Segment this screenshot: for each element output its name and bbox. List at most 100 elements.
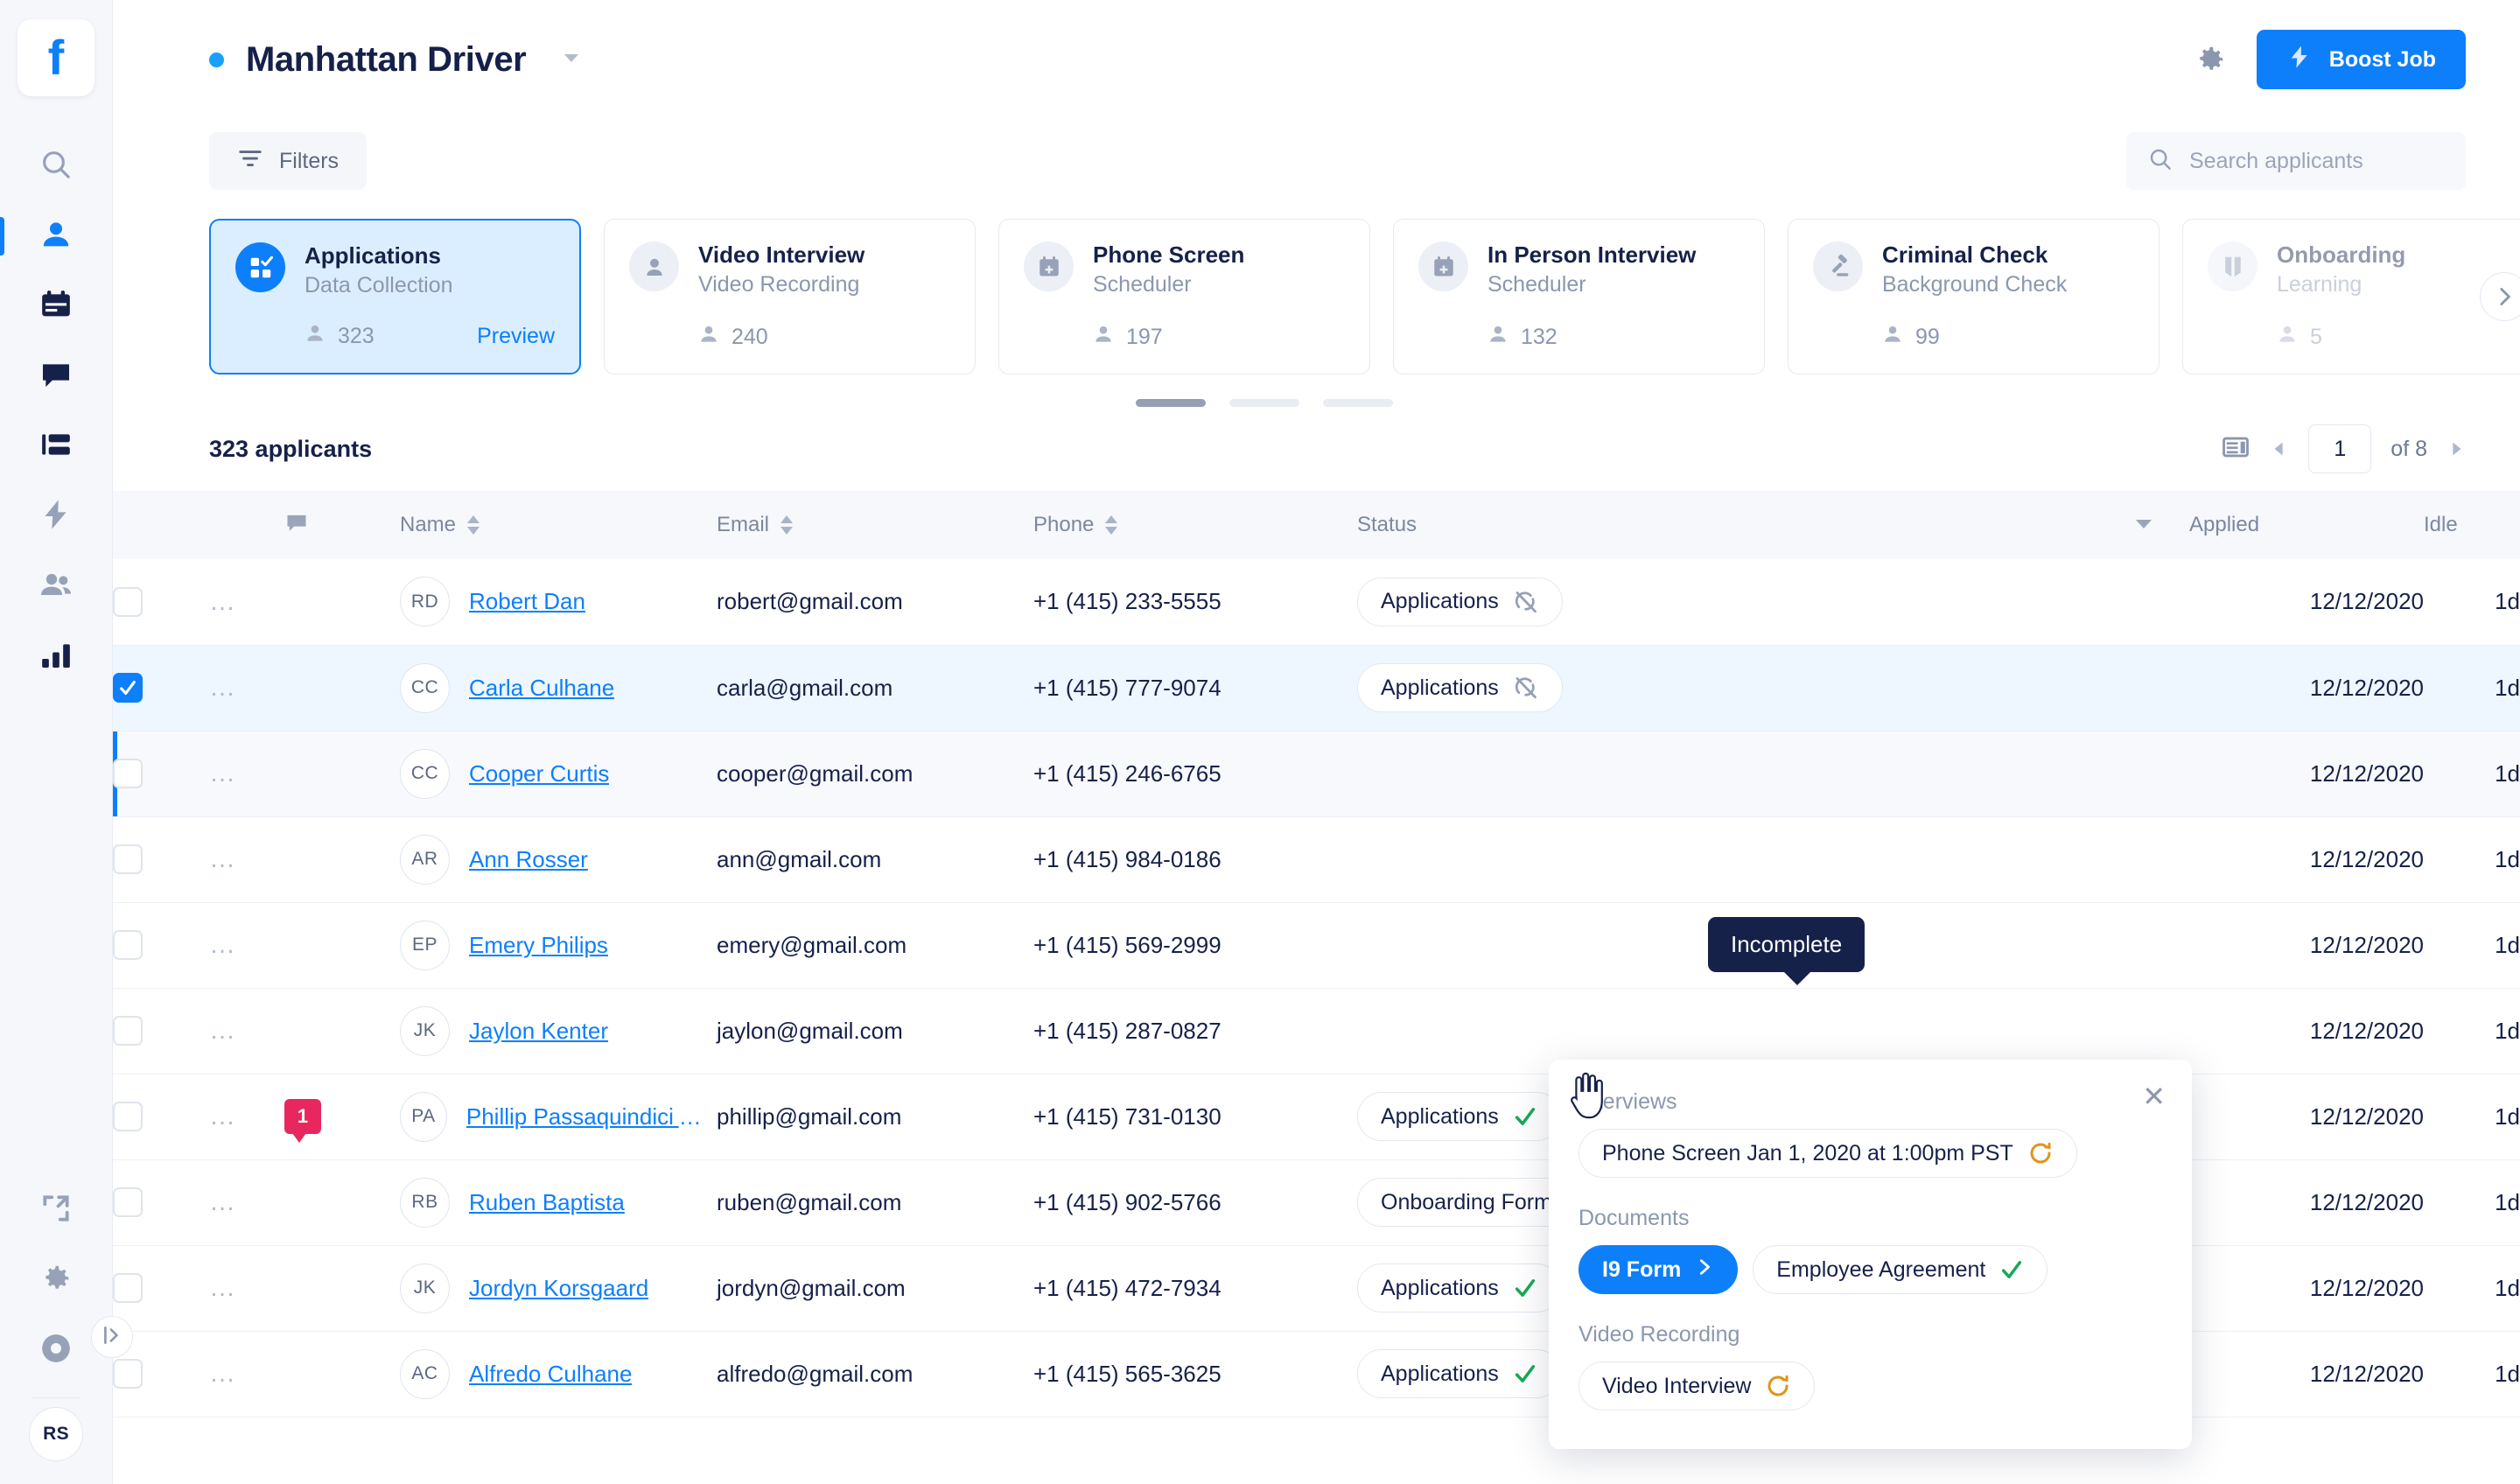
sidebar-item-messages[interactable] (0, 341, 112, 411)
table-row[interactable]: …RDRobert Danrobert@gmail.com+1 (415) 23… (113, 559, 2520, 645)
settings-button[interactable] (0, 1245, 112, 1315)
sidebar-item-team[interactable] (0, 551, 112, 621)
stage-carousel-next-button[interactable] (2480, 272, 2520, 321)
row-checkbox[interactable] (113, 587, 143, 617)
row-more-menu-button[interactable]: … (209, 1189, 284, 1215)
status-badge[interactable]: Applications (1357, 1264, 1561, 1312)
stage-subtitle: Learning (2277, 272, 2405, 298)
row-more-menu-button[interactable]: … (209, 589, 284, 615)
row-checkbox[interactable] (113, 673, 143, 703)
status-badge[interactable]: Applications (1357, 663, 1563, 712)
applicant-name-link[interactable]: Phillip Passaquindici Arc... (466, 1103, 717, 1130)
i9-form-pill[interactable]: I9 Form (1578, 1245, 1738, 1294)
gear-icon[interactable] (2194, 43, 2227, 76)
app-logo[interactable]: f (18, 19, 94, 96)
table-row[interactable]: …CCCooper Curtiscooper@gmail.com+1 (415)… (113, 731, 2520, 816)
applicant-name-link[interactable]: Ann Rosser (469, 846, 588, 873)
expand-button[interactable] (0, 1175, 112, 1245)
table-view-icon[interactable] (2221, 432, 2250, 466)
carousel-dot[interactable] (1136, 399, 1206, 407)
table-row[interactable]: …CCCarla Culhanecarla@gmail.com+1 (415) … (113, 645, 2520, 731)
chevron-down-icon[interactable] (2133, 513, 2154, 537)
interview-pill[interactable]: Phone Screen Jan 1, 2020 at 1:00pm PST (1578, 1129, 2077, 1178)
carousel-dot[interactable] (1229, 399, 1299, 407)
stage-card-phone-screen[interactable]: Phone ScreenScheduler197 (998, 219, 1370, 374)
applicant-name-link[interactable]: Alfredo Culhane (469, 1361, 632, 1388)
avatar: PA (400, 1092, 447, 1142)
row-more-menu-button[interactable]: … (209, 1275, 284, 1301)
applicant-name-link[interactable]: Cooper Curtis (469, 760, 609, 788)
sidebar-item-workflow[interactable] (0, 411, 112, 481)
collapse-sidebar-button[interactable] (91, 1316, 133, 1358)
page-number-input[interactable] (2308, 424, 2371, 473)
row-more-menu-button[interactable]: … (209, 1361, 284, 1387)
row-checkbox[interactable] (113, 844, 143, 874)
status-badge[interactable]: Applications (1357, 1092, 1561, 1141)
row-checkbox[interactable] (113, 1016, 143, 1046)
search-applicants-box[interactable] (2126, 132, 2466, 190)
boost-job-button[interactable]: Boost Job (2257, 30, 2466, 89)
sidebar-item-analytics[interactable] (0, 621, 112, 691)
status-badge[interactable]: Applications (1357, 578, 1563, 626)
name-cell-inner: CCCarla Culhane (400, 663, 717, 713)
column-email[interactable]: Email (717, 491, 1033, 559)
row-checkbox[interactable] (113, 1359, 143, 1389)
row-menu-cell: … (209, 1074, 284, 1159)
stage-count-value: 197 (1126, 325, 1163, 350)
search-input[interactable] (2189, 149, 2445, 174)
row-checkbox[interactable] (113, 1102, 143, 1131)
row-checkbox[interactable] (113, 930, 143, 960)
column-name[interactable]: Name (400, 491, 717, 559)
row-checkbox[interactable] (113, 1187, 143, 1217)
applicant-name-link[interactable]: Jaylon Kenter (469, 1018, 608, 1045)
page-total-label: of 8 (2390, 437, 2427, 462)
stage-card-criminal-check[interactable]: Criminal CheckBackground Check99 (1788, 219, 2160, 374)
close-icon[interactable]: ✕ (2142, 1082, 2166, 1110)
column-phone[interactable]: Phone (1033, 491, 1357, 559)
table-row[interactable]: …EPEmery Philipsemery@gmail.com+1 (415) … (113, 902, 2520, 988)
row-chat-cell (284, 559, 400, 645)
applicant-name-link[interactable]: Robert Dan (469, 588, 585, 615)
stage-preview-link[interactable]: Preview (477, 324, 555, 349)
row-more-menu-button[interactable]: … (209, 846, 284, 872)
chevron-down-icon[interactable] (561, 47, 582, 73)
status-badge[interactable]: Applications (1357, 1349, 1561, 1398)
stage-card-video-interview[interactable]: Video InterviewVideo Recording240 (604, 219, 976, 374)
applicant-name-link[interactable]: Emery Philips (469, 932, 608, 959)
stage-card-in-person-interview[interactable]: In Person InterviewScheduler132 (1393, 219, 1765, 374)
column-status-label: Status (1357, 513, 1417, 537)
stage-name: Applications (304, 242, 453, 269)
row-more-menu-button[interactable]: … (209, 1103, 284, 1130)
carousel-dot[interactable] (1323, 399, 1393, 407)
applicant-name-link[interactable]: Ruben Baptista (469, 1189, 625, 1216)
sidebar-item-search[interactable] (0, 131, 112, 201)
table-row[interactable]: …ARAnn Rosserann@gmail.com+1 (415) 984-0… (113, 816, 2520, 902)
filters-button[interactable]: Filters (209, 132, 367, 190)
avatar[interactable]: RS (29, 1407, 83, 1461)
row-checkbox[interactable] (113, 759, 143, 788)
stage-card-onboarding[interactable]: OnboardingLearning5 (2182, 219, 2520, 374)
calendar-plus-icon (1418, 242, 1468, 291)
sidebar-item-automations[interactable] (0, 481, 112, 551)
book-icon (2208, 242, 2258, 291)
column-status[interactable]: Status (1357, 491, 2189, 559)
applicant-name-link[interactable]: Jordyn Korsgaard (469, 1275, 648, 1302)
unread-messages-badge[interactable]: 1 (284, 1099, 321, 1134)
next-page-button[interactable] (2446, 439, 2466, 458)
page-title: Manhattan Driver (246, 40, 526, 80)
prev-page-button[interactable] (2270, 439, 2289, 458)
row-checkbox[interactable] (113, 1273, 143, 1303)
avatar: EP (400, 920, 450, 970)
stage-card-applications[interactable]: ApplicationsData Collection323Preview (209, 219, 581, 374)
row-more-menu-button[interactable]: … (209, 675, 284, 701)
applicant-name-link[interactable]: Carla Culhane (469, 675, 614, 702)
row-more-menu-button[interactable]: … (209, 1018, 284, 1044)
sidebar-item-applicants[interactable] (0, 201, 112, 271)
popover-documents-group: Documents I9 Form Employee Agreement (1578, 1206, 2162, 1294)
row-applied-cell: 12/12/2020 (2189, 902, 2424, 988)
row-more-menu-button[interactable]: … (209, 932, 284, 958)
video-interview-pill[interactable]: Video Interview (1578, 1362, 1815, 1410)
sidebar-item-calendar[interactable] (0, 271, 112, 341)
employee-agreement-pill[interactable]: Employee Agreement (1753, 1245, 2048, 1294)
row-more-menu-button[interactable]: … (209, 760, 284, 787)
